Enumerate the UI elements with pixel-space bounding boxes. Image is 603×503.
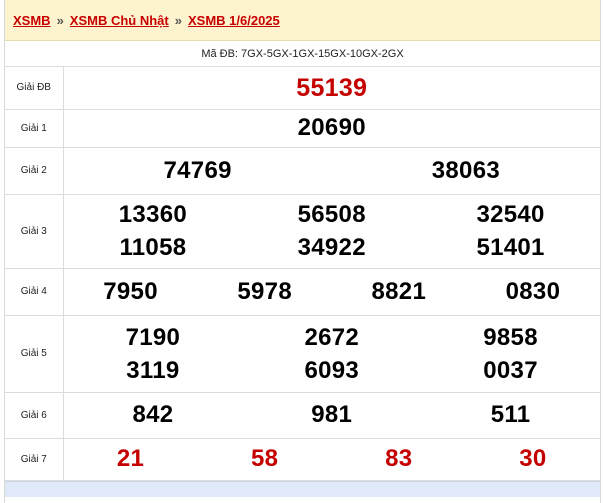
prize-number: 6093 xyxy=(304,356,360,384)
breadcrumb-xsmb-date[interactable]: XSMB 1/6/2025 xyxy=(188,13,280,28)
prize-number: 20690 xyxy=(297,114,366,141)
results-table: Giải ĐB 55139 Giải 1 20690 Giải 2 74769 … xyxy=(5,67,600,481)
prize-number: 83 xyxy=(385,445,413,472)
special-prize-number: 55139 xyxy=(296,73,368,102)
prize-row-g6: Giải 6 842 981 511 xyxy=(5,392,600,439)
next-section-strip xyxy=(5,480,600,497)
prize-number: 56508 xyxy=(297,201,366,228)
prize-number: 5978 xyxy=(237,277,292,305)
prize-number: 0037 xyxy=(483,356,538,384)
breadcrumb: XSMB » XSMB Chủ Nhật » XSMB 1/6/2025 xyxy=(5,0,600,41)
breadcrumb-separator: » xyxy=(174,12,182,28)
prize-number: 981 xyxy=(311,401,353,428)
prize-row-g5: Giải 5 7190 2672 9858 3119 6093 0037 xyxy=(5,315,600,393)
prize-number: 9858 xyxy=(483,323,538,351)
prize-label: Giải 6 xyxy=(5,392,64,439)
prize-number: 13360 xyxy=(118,201,188,228)
prize-number: 7190 xyxy=(125,323,181,351)
prize-row-g7: Giải 7 21 58 83 30 xyxy=(5,438,600,481)
prize-row-db: Giải ĐB 55139 xyxy=(5,67,600,110)
prize-row-g1: Giải 1 20690 xyxy=(5,109,600,148)
prize-number: 8821 xyxy=(371,277,427,305)
breadcrumb-xsmb-sunday[interactable]: XSMB Chủ Nhật xyxy=(70,13,169,28)
prize-label: Giải 3 xyxy=(5,194,64,269)
prize-label: Giải 1 xyxy=(5,109,64,148)
prize-number: 32540 xyxy=(476,201,545,228)
prize-label: Giải ĐB xyxy=(5,67,64,110)
prize-row-g4: Giải 4 7950 5978 8821 0830 xyxy=(5,268,600,316)
prize-row-g2: Giải 2 74769 38063 xyxy=(5,147,600,195)
prize-number: 34922 xyxy=(297,234,366,261)
prize-label: Giải 4 xyxy=(5,268,64,316)
prize-number: 7950 xyxy=(103,277,158,305)
prize-number: 11058 xyxy=(119,234,187,261)
prize-number: 842 xyxy=(132,401,174,428)
prize-row-g3: Giải 3 13360 56508 32540 11058 34922 514… xyxy=(5,194,600,269)
prize-number: 2672 xyxy=(304,323,360,351)
prize-number: 58 xyxy=(251,445,279,472)
prize-number: 3119 xyxy=(126,356,180,384)
special-code-line: Mã ĐB: 7GX-5GX-1GX-15GX-10GX-2GX xyxy=(5,41,600,67)
prize-number: 30 xyxy=(519,445,547,472)
prize-label: Giải 5 xyxy=(5,315,64,393)
breadcrumb-xsmb[interactable]: XSMB xyxy=(13,13,51,28)
prize-number: 74769 xyxy=(163,156,232,184)
prize-number: 21 xyxy=(116,445,145,472)
breadcrumb-separator: » xyxy=(56,12,64,28)
prize-number: 38063 xyxy=(431,156,500,184)
prize-number: 511 xyxy=(490,401,531,428)
results-panel: XSMB » XSMB Chủ Nhật » XSMB 1/6/2025 Mã … xyxy=(4,0,601,503)
prize-label: Giải 7 xyxy=(5,438,64,481)
prize-number: 51401 xyxy=(476,234,545,261)
prize-number: 0830 xyxy=(505,277,561,305)
prize-label: Giải 2 xyxy=(5,147,64,195)
